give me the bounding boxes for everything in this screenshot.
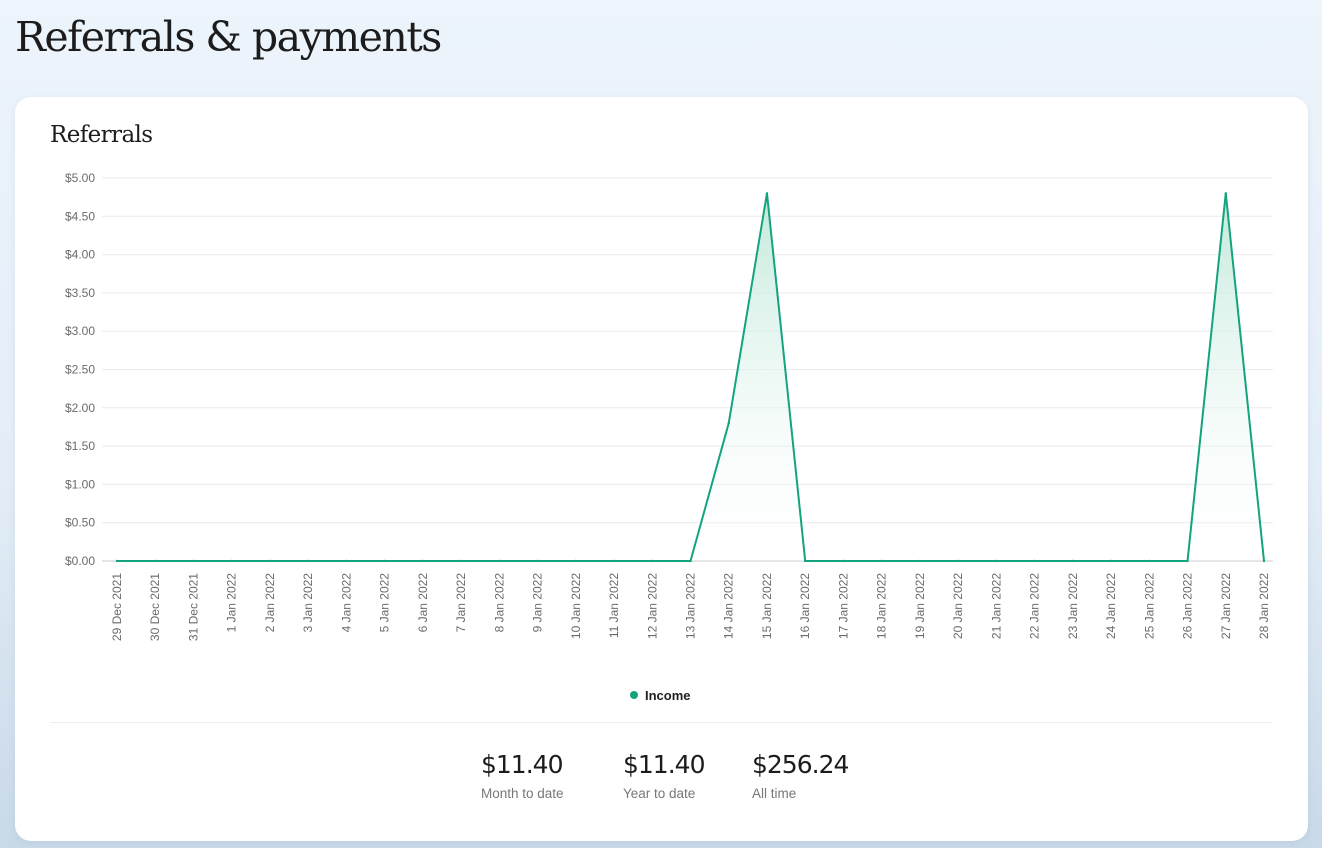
y-tick-label: $0.50 (65, 516, 95, 530)
x-tick-label: 22 Jan 2022 (1028, 573, 1042, 639)
x-tick-label: 30 Dec 2021 (148, 573, 162, 641)
data-point[interactable] (498, 559, 501, 563)
chart-legend[interactable]: Income (630, 688, 691, 703)
data-point[interactable] (345, 559, 348, 563)
data-point[interactable] (1224, 192, 1227, 195)
y-tick-label: $4.00 (65, 248, 95, 262)
data-point[interactable] (459, 559, 463, 563)
data-point[interactable] (1071, 559, 1075, 563)
y-tick-label: $4.50 (65, 209, 95, 223)
x-tick-label: 28 Jan 2022 (1257, 573, 1271, 639)
x-tick-label: 20 Jan 2022 (951, 573, 965, 639)
data-point[interactable] (383, 559, 386, 563)
stat-month-to-date: $11.40 Month to date (481, 747, 564, 801)
referrals-card: Referrals $0.00 $0.50 $1.00 $1.50 $2.00 $2.50… (15, 97, 1308, 841)
x-tick-label: 29 Dec 2021 (110, 573, 124, 641)
data-point[interactable] (1148, 559, 1151, 563)
data-point[interactable] (268, 559, 272, 563)
data-point[interactable] (727, 421, 730, 425)
x-tick-label: 31 Dec 2021 (186, 573, 200, 641)
data-point[interactable] (689, 559, 692, 563)
y-tick-label: $2.00 (65, 401, 95, 415)
x-tick-label: 3 Jan 2022 (301, 573, 315, 633)
data-point[interactable] (995, 559, 998, 563)
data-point[interactable] (1262, 559, 1266, 563)
data-point[interactable] (192, 559, 195, 563)
x-tick-label: 16 Jan 2022 (798, 573, 812, 639)
data-point[interactable] (536, 559, 539, 563)
month-to-date-value: $11.40 (481, 750, 563, 779)
x-tick-label: 11 Jan 2022 (607, 573, 621, 638)
x-tick-label: 18 Jan 2022 (875, 573, 889, 639)
x-tick-label: 6 Jan 2022 (416, 573, 430, 633)
x-tick-label: 25 Jan 2022 (1142, 573, 1156, 639)
data-point[interactable] (651, 559, 654, 563)
x-tick-label: 10 Jan 2022 (569, 573, 583, 639)
data-point[interactable] (880, 559, 883, 563)
y-tick-label: $1.00 (65, 477, 95, 491)
data-point[interactable] (421, 559, 425, 563)
y-tick-label: $5.00 (65, 171, 95, 185)
x-tick-label: 9 Jan 2022 (531, 573, 545, 633)
stats-divider (50, 722, 1273, 723)
data-point[interactable] (230, 559, 233, 563)
grid-lines (102, 177, 1273, 562)
x-tick-label: 4 Jan 2022 (339, 573, 353, 633)
stat-year-to-date: $11.40 Year to date (623, 747, 705, 801)
x-tick-label: 13 Jan 2022 (684, 573, 698, 639)
y-tick-label: $3.00 (65, 324, 95, 338)
year-to-date-label: Year to date (623, 786, 696, 801)
income-line-layer (115, 192, 1266, 563)
legend-income-marker (630, 691, 638, 699)
x-tick-label: 12 Jan 2022 (645, 573, 659, 639)
x-tick-label: 24 Jan 2022 (1104, 573, 1118, 639)
x-tick-label: 15 Jan 2022 (760, 573, 774, 639)
y-axis-ticks: $0.00 $0.50 $1.00 $1.50 $2.00 $2.50 $3.00 $3.50… (65, 171, 95, 568)
data-point[interactable] (842, 559, 845, 563)
x-tick-label: 17 Jan 2022 (836, 573, 850, 639)
x-tick-label: 2 Jan 2022 (263, 573, 277, 633)
income-area (117, 193, 1264, 561)
y-tick-label: $2.50 (65, 363, 95, 377)
data-point[interactable] (956, 559, 960, 563)
x-tick-label: 19 Jan 2022 (913, 573, 927, 639)
data-point[interactable] (1109, 559, 1113, 563)
x-tick-label: 21 Jan 2022 (989, 573, 1003, 639)
x-tick-label: 7 Jan 2022 (454, 573, 468, 633)
x-tick-label: 26 Jan 2022 (1181, 573, 1195, 639)
legend-income-label[interactable]: Income (645, 688, 691, 703)
x-tick-label: 23 Jan 2022 (1066, 573, 1080, 639)
y-tick-label: $0.00 (65, 554, 95, 568)
x-tick-label: 5 Jan 2022 (378, 573, 392, 633)
data-point[interactable] (574, 559, 577, 563)
x-tick-label: 1 Jan 2022 (225, 573, 239, 633)
data-point[interactable] (765, 192, 769, 195)
data-point[interactable] (306, 559, 310, 563)
data-point[interactable] (1186, 559, 1189, 563)
x-tick-label: 14 Jan 2022 (722, 573, 736, 639)
data-point[interactable] (804, 559, 807, 563)
stat-all-time: $256.24 All time (752, 747, 849, 801)
x-tick-label: 27 Jan 2022 (1219, 573, 1233, 639)
month-to-date-label: Month to date (481, 786, 564, 801)
data-point[interactable] (154, 559, 157, 563)
data-point[interactable] (115, 559, 119, 563)
all-time-label: All time (752, 786, 797, 801)
x-tick-label: 8 Jan 2022 (492, 573, 506, 633)
income-area-fill (117, 193, 1264, 561)
income-line (117, 193, 1265, 562)
year-to-date-value: $11.40 (623, 750, 705, 779)
y-tick-label: $3.50 (65, 286, 95, 300)
page-title: Referrals & payments (15, 13, 442, 61)
all-time-value: $256.24 (752, 750, 849, 779)
data-point[interactable] (918, 559, 922, 563)
data-point[interactable] (1033, 559, 1036, 563)
x-axis-ticks: 29 Dec 2021 30 Dec 2021 31 Dec 2021 1 Jan 2… (110, 573, 1271, 641)
data-point[interactable] (612, 559, 616, 563)
y-tick-label: $1.50 (65, 439, 95, 453)
income-chart: $0.00 $0.50 $1.00 $1.50 $2.00 $2.50 $3.00 $3.50… (65, 171, 1273, 703)
